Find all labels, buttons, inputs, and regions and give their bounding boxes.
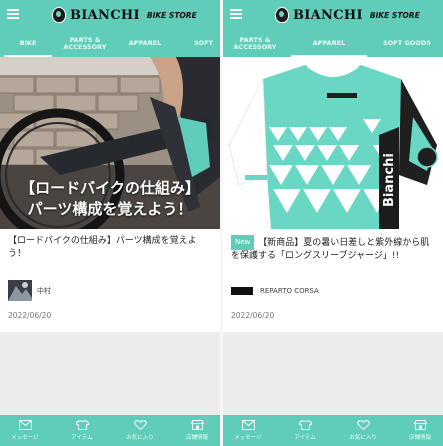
nav-store-info[interactable]: 店舗情報 [398,415,442,446]
nav-items[interactable]: アイテム [283,415,327,446]
article-card[interactable]: Bianchi New 【新商品】夏の暑い日差しと紫外線から肌を保護する「ロングス… [223,57,443,332]
heart-icon [356,420,370,430]
author-name: REPARTO CORSA [260,286,319,295]
article-title[interactable]: 【ロードバイクの仕組み】パーツ構成を覚えよう！ [8,235,212,261]
svg-text:Bianchi: Bianchi [382,153,397,207]
author-row: REPARTO CORSA [231,280,319,301]
app-comparison: BIANCHI BIKE STORE BIKE PARTS & ACCESSOR… [0,0,443,446]
article-hero-image: 【ロードバイクの仕組み】 パーツ構成を覚えよう！ [0,57,220,229]
bianchi-emblem-icon [52,7,66,23]
article-title-text: 【新商品】夏の暑い日差しと紫外線から肌を保護する「ロングスリーブジャージ」!! [231,238,430,261]
tab-bike[interactable]: BIKE [0,30,56,57]
nav-messages[interactable]: メッセージ [226,415,270,446]
article-title[interactable]: New 【新商品】夏の暑い日差しと紫外線から肌を保護する「ロングスリーブジャージ」… [231,235,435,263]
article-hero-image: Bianchi [223,57,443,229]
nav-label: メッセージ [11,435,39,441]
brand-logo[interactable]: BIANCHI BIKE STORE [52,5,197,25]
article-card[interactable]: 【ロードバイクの仕組み】 パーツ構成を覚えよう！ 【ロードバイクの仕組み】パーツ… [0,57,220,332]
article-date: 2022/06/20 [231,311,275,320]
author-name: 中村 [37,286,51,295]
avatar [8,280,32,301]
tab-apparel[interactable]: APPAREL [114,30,176,57]
nav-label: 店舗情報 [408,435,431,441]
brand-name: BIANCHI [70,7,140,23]
brand-name: BIANCHI [293,7,363,23]
hero-caption-line2: パーツ構成を覚えよう！ [27,200,193,218]
bianchi-emblem-icon [275,7,289,23]
tab-soft-goods[interactable]: SOFT GOODS [371,30,443,57]
nav-label: 店舗情報 [185,435,208,441]
bottom-nav: メッセージ アイテム お気に入り 店舗情報 [223,415,443,446]
header: BIANCHI BIKE STORE [223,0,443,30]
header: BIANCHI BIKE STORE [0,0,220,30]
new-badge: New [231,235,255,250]
tab-parts-accessory[interactable]: PARTS & ACCESSORY [56,30,114,57]
brand-sub: BIKE STORE [146,10,197,20]
hero-caption-line1: 【ロードバイクの仕組み】 [20,179,200,197]
shirt-icon [75,420,89,430]
brand-logo[interactable]: BIANCHI BIKE STORE [275,5,420,25]
left-screen: BIANCHI BIKE STORE BIKE PARTS & ACCESSOR… [0,0,220,446]
bottom-nav: メッセージ アイテム お気に入り 店舗情報 [0,415,220,446]
nav-messages[interactable]: メッセージ [3,415,47,446]
menu-icon[interactable] [7,9,19,19]
right-screen: BIANCHI BIKE STORE PARTS & ACCESSORY APP… [223,0,443,446]
nav-items[interactable]: アイテム [60,415,104,446]
nav-label: お気に入り [349,435,377,441]
nav-favorites[interactable]: お気に入り [118,415,162,446]
tab-soft[interactable]: SOFT [176,30,220,57]
brand-sub: BIKE STORE [369,10,420,20]
nav-store-info[interactable]: 店舗情報 [175,415,219,446]
avatar [231,280,255,301]
nav-label: アイテム [294,435,316,441]
category-tabs: BIKE PARTS & ACCESSORY APPAREL SOFT [0,30,220,57]
mail-icon [18,420,32,430]
hero-caption: 【ロードバイクの仕組み】 パーツ構成を覚えよう！ [8,178,212,220]
store-icon [413,420,427,430]
tab-parts-accessory[interactable]: PARTS & ACCESSORY [223,30,287,57]
category-tabs: PARTS & ACCESSORY APPAREL SOFT GOODS [223,30,443,57]
store-icon [190,420,204,430]
article-date: 2022/06/20 [8,311,52,320]
shirt-icon [298,420,312,430]
nav-label: アイテム [71,435,93,441]
author-row: 中村 [8,280,51,301]
heart-icon [133,420,147,430]
nav-label: メッセージ [234,435,262,441]
tab-apparel[interactable]: APPAREL [287,30,371,57]
mail-icon [241,420,255,430]
nav-favorites[interactable]: お気に入り [341,415,385,446]
menu-icon[interactable] [230,9,242,19]
nav-label: お気に入り [126,435,154,441]
